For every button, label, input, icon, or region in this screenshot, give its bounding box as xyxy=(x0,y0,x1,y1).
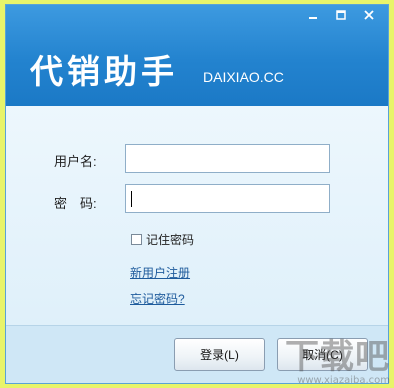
username-label: 用户名: xyxy=(54,154,97,169)
app-logo: 代销助手 xyxy=(30,52,178,91)
watermark-title: 下载吧 xyxy=(285,337,390,377)
password-input[interactable] xyxy=(125,184,330,213)
close-icon[interactable] xyxy=(358,7,380,23)
login-window: 代销助手 DAIXIAO.CC 用户名: 密 码: 记住密码 新用户注册 忘记密… xyxy=(5,4,389,384)
window-controls xyxy=(302,7,380,23)
username-input[interactable] xyxy=(125,144,330,173)
app-header: 代销助手 DAIXIAO.CC xyxy=(6,5,388,106)
app-domain: DAIXIAO.CC xyxy=(203,69,284,85)
maximize-icon[interactable] xyxy=(330,7,352,23)
watermark-url: www.xiazaiba.com xyxy=(297,375,390,386)
login-button[interactable]: 登录(L) xyxy=(174,338,265,371)
register-link[interactable]: 新用户注册 xyxy=(130,264,190,281)
remember-label: 记住密码 xyxy=(146,233,195,247)
remember-checkbox[interactable] xyxy=(131,234,142,245)
watermark: 下载吧 www.xiazaiba.com xyxy=(285,340,390,386)
forgot-password-link[interactable]: 忘记密码? xyxy=(130,290,185,307)
remember-password[interactable]: 记住密码 xyxy=(131,231,194,248)
password-label: 密 码: xyxy=(54,196,97,211)
login-form: 用户名: 密 码: 记住密码 新用户注册 忘记密码? xyxy=(6,106,388,325)
text-caret xyxy=(131,191,132,207)
minimize-icon[interactable] xyxy=(302,7,324,23)
